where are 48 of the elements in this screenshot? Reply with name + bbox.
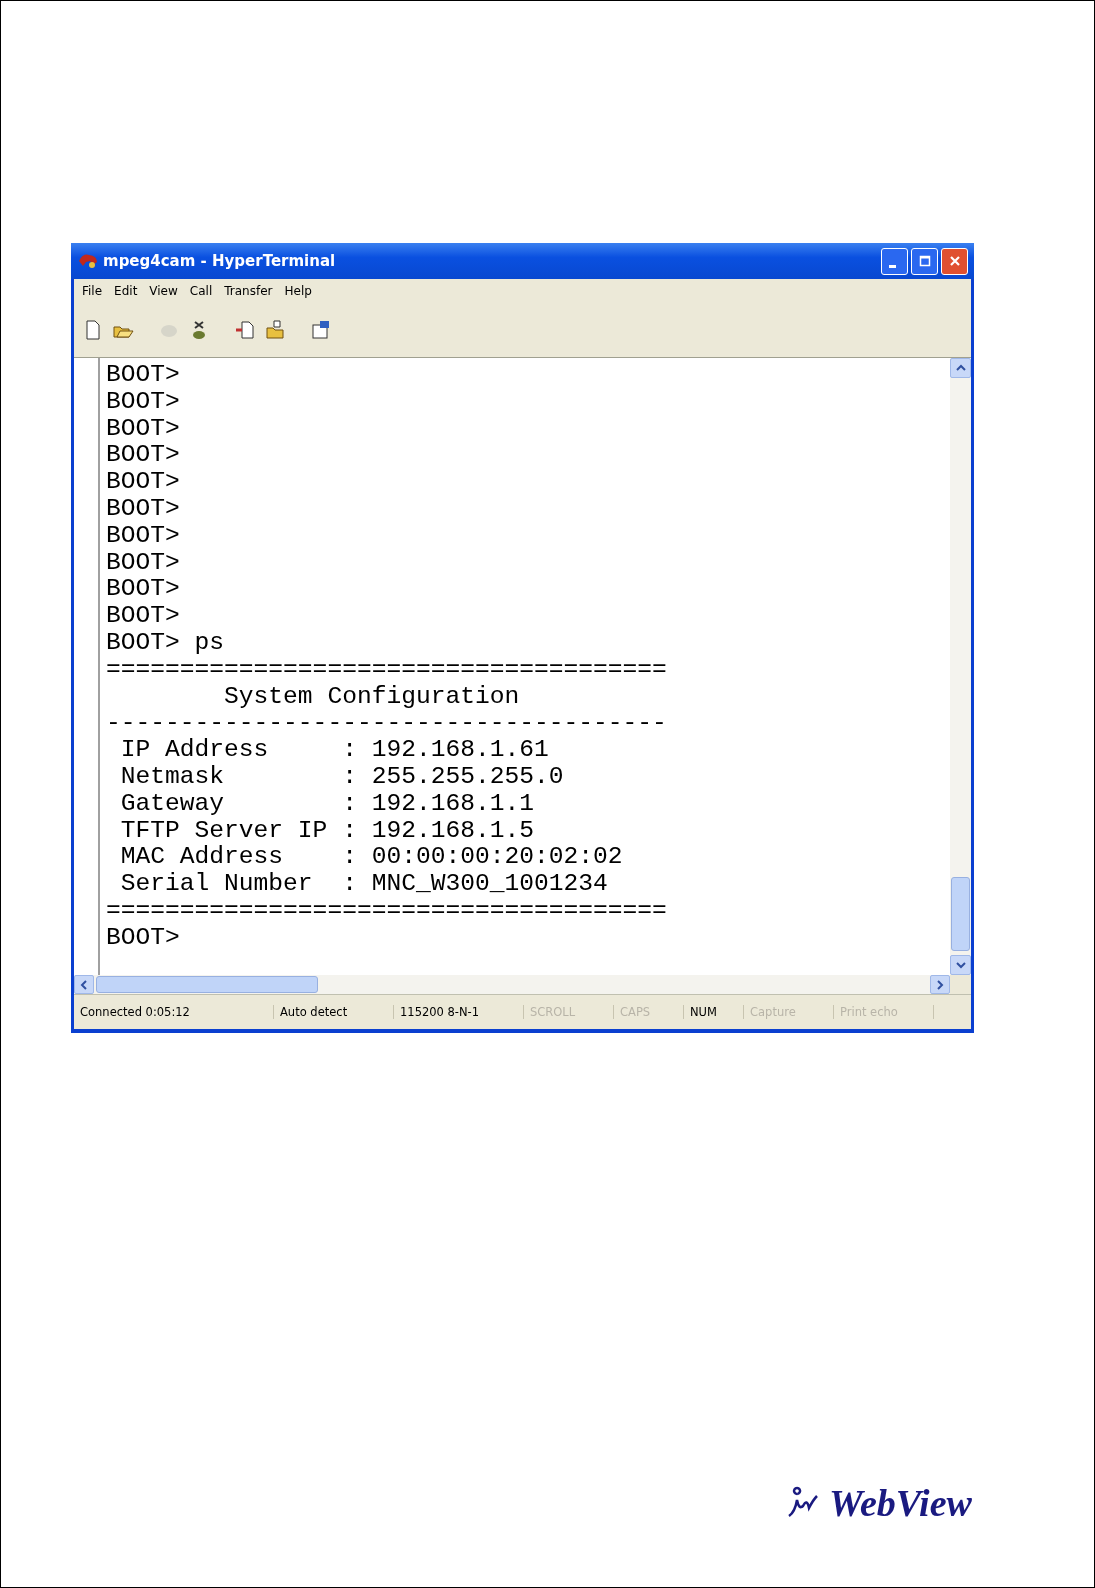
menu-item[interactable]: Transfer (224, 284, 273, 298)
terminal-line: BOOT> (106, 362, 181, 389)
terminal-line: BOOT> (106, 603, 181, 630)
scroll-up-button[interactable] (950, 358, 971, 378)
terminal-line: Gateway : 192.168.1.1 (119, 790, 535, 818)
terminal-line: TFTP Server IP : 192.168.1.5 (119, 817, 535, 845)
terminal-line: BOOT> (106, 469, 181, 496)
terminal-line: BOOT> ps (106, 629, 226, 657)
terminal-line: BOOT> (106, 388, 181, 416)
vertical-scrollbar[interactable] (950, 358, 971, 975)
status-pane: 115200 8-N-1 (394, 1005, 524, 1019)
terminal-line: IP Address : 192.168.1.61 (119, 737, 550, 764)
terminal-line: BOOT> (106, 576, 181, 604)
terminal-line: ====================================== (106, 897, 667, 925)
menu-item[interactable]: Call (189, 284, 213, 298)
maximize-button[interactable] (911, 247, 938, 275)
minimize-button[interactable] (881, 247, 908, 275)
maximize-icon (918, 255, 931, 267)
terminal-line: Netmask : 255.255.255.0 (119, 763, 565, 791)
window-title: mpeg4cam - HyperTerminal (103, 252, 336, 270)
minimize-icon (889, 264, 896, 268)
terminal-line: BOOT> (106, 924, 181, 952)
terminal-line: BOOT> (106, 496, 181, 523)
terminal-line: Serial Number : MNC_W300_1001234 (119, 871, 609, 898)
terminal-line: BOOT> (106, 522, 181, 550)
terminal-line: -------------------------------------- (106, 710, 667, 738)
terminal-line: MAC Address : 00:00:00:20:02:02 (119, 844, 624, 872)
scroll-right-button[interactable] (930, 975, 950, 994)
scroll-down-button[interactable] (950, 955, 971, 975)
status-pane: Connected 0:05:12 (74, 1005, 274, 1019)
logo-text: WebView (829, 1481, 972, 1525)
terminal-line: System Configuration (223, 683, 521, 711)
scroll-left-button[interactable] (74, 975, 94, 994)
status-pane: NUM (684, 1005, 744, 1019)
close-button[interactable] (941, 247, 968, 275)
terminal-line: BOOT> (106, 549, 181, 577)
status-pane: Auto detect (274, 1005, 394, 1019)
horizontal-scrollbar[interactable] (74, 975, 971, 994)
scroll-thumb[interactable] (951, 877, 970, 951)
terminal-line: BOOT> (106, 442, 181, 470)
scroll-thumb[interactable] (96, 976, 318, 993)
close-icon (947, 254, 962, 268)
menu-item[interactable]: Edit (114, 284, 138, 298)
menu-item[interactable]: Help (284, 284, 312, 298)
terminal-line: ====================================== (106, 656, 667, 684)
menu-item[interactable]: File (82, 284, 103, 298)
terminal-line: BOOT> (106, 415, 181, 443)
menu-item[interactable]: View (149, 284, 178, 298)
